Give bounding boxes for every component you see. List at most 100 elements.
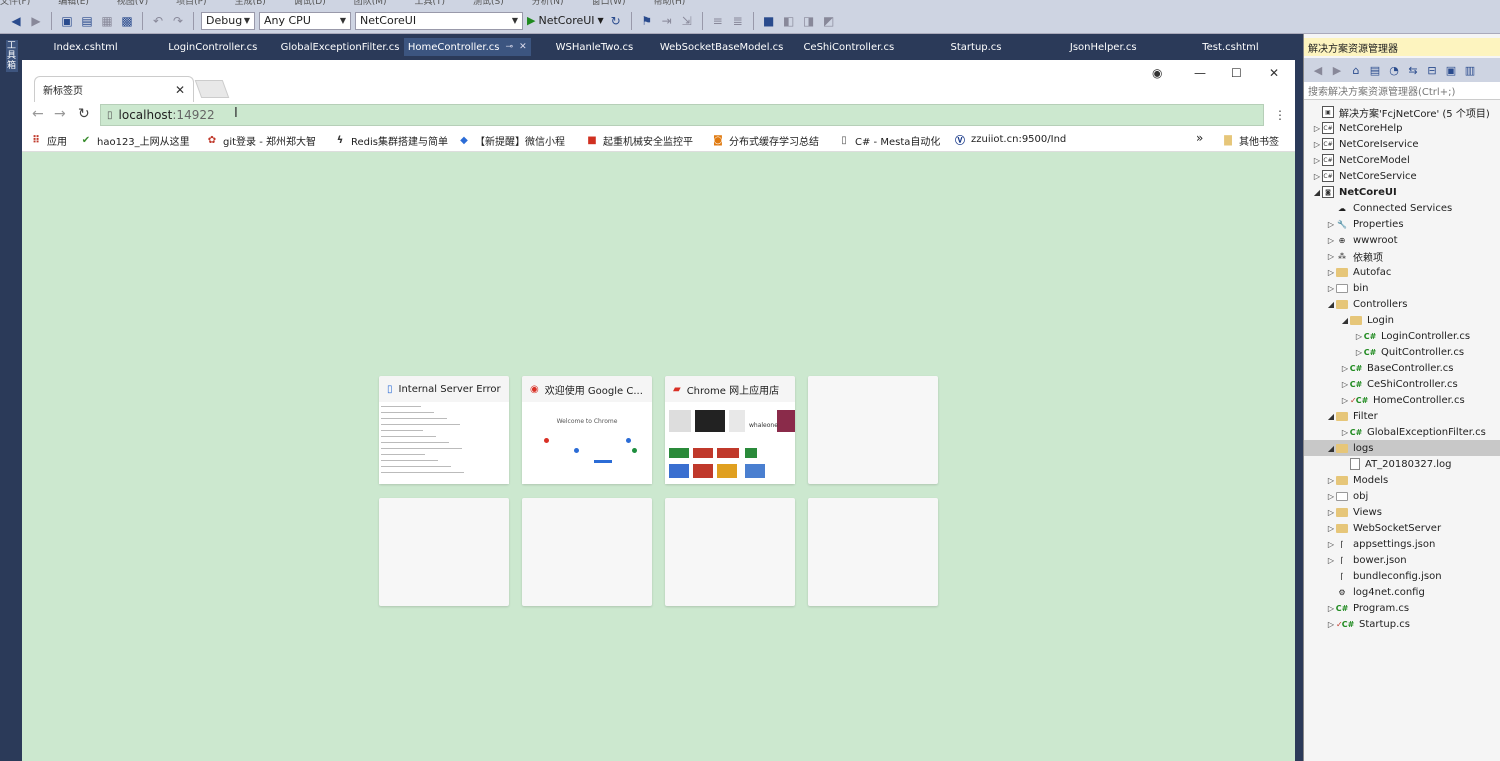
uncomment-icon[interactable]: ≣ <box>730 13 746 29</box>
new-tab-button[interactable] <box>194 80 230 98</box>
bookmarks-overflow-button[interactable]: » <box>1196 131 1203 145</box>
back-icon[interactable]: ◀ <box>8 13 24 29</box>
document-tab[interactable]: Index.cshtml <box>22 38 149 56</box>
pending-changes-icon[interactable]: ◔ <box>1386 62 1402 78</box>
menu-item[interactable]: 分析(N) <box>532 0 564 7</box>
tree-item[interactable]: ▷ ✓ C# Startup.cs <box>1304 616 1500 632</box>
expand-icon[interactable]: ▷ <box>1312 140 1322 149</box>
tree-item[interactable]: ▷ C# NetCoreHelp <box>1304 120 1500 136</box>
tree-item[interactable]: ▷ ⁂ 依赖项 <box>1304 248 1500 264</box>
menu-item[interactable]: 编辑(E) <box>58 0 89 7</box>
browser-tab[interactable]: 新标签页 ✕ <box>34 76 194 102</box>
step-over-icon[interactable]: ⇲ <box>679 13 695 29</box>
bookmark-item[interactable]: ✔ hao123_上网从这里 <box>80 133 190 148</box>
tree-item[interactable]: ◢ ◙ NetCoreUI <box>1304 184 1500 200</box>
expand-icon[interactable]: ▷ <box>1340 364 1350 373</box>
menu-icon[interactable]: ⋮ <box>1274 108 1286 122</box>
bookmark-item[interactable]: ■ 起重机械安全监控平 <box>586 133 693 148</box>
document-tab[interactable]: WebSocketBaseModel.cs <box>658 38 785 56</box>
tree-item[interactable]: ▷ ✓ C# HomeController.cs <box>1304 392 1500 408</box>
expand-icon[interactable]: ▷ <box>1326 620 1336 629</box>
tree-item[interactable]: ▷ 🔧 Properties <box>1304 216 1500 232</box>
sync-icon[interactable]: ⇆ <box>1405 62 1421 78</box>
platform-select[interactable]: Any CPU ▼ <box>259 11 351 30</box>
document-tab[interactable]: Test.cshtml <box>1167 38 1294 56</box>
browser-link-icon[interactable]: ⚑ <box>639 13 655 29</box>
collapse-icon[interactable]: ◢ <box>1326 300 1336 309</box>
profile-icon[interactable]: ◉ <box>1152 66 1162 80</box>
expand-icon[interactable]: ▷ <box>1312 172 1322 181</box>
tree-item[interactable]: ▷ ⌈ bower.json <box>1304 552 1500 568</box>
solution-search-input[interactable]: 搜索解决方案资源管理器(Ctrl+;) <box>1304 82 1500 100</box>
collapse-icon[interactable]: ◢ <box>1312 188 1322 197</box>
tree-item[interactable]: ▷ ⊕ wwwroot <box>1304 232 1500 248</box>
menu-item[interactable]: 帮助(H) <box>653 0 685 7</box>
bookmark-item[interactable]: ✿ git登录 - 郑州郑大智 <box>206 133 316 148</box>
document-tab[interactable]: WSHanleTwo.cs <box>531 38 658 56</box>
tree-item[interactable]: ▷ C# QuitController.cs <box>1304 344 1500 360</box>
document-tab[interactable]: JsonHelper.cs <box>1040 38 1167 56</box>
most-visited-tile[interactable]: ◉ 欢迎使用 Google C... Welcome to Chrome <box>522 376 652 484</box>
tree-item[interactable]: ▷ Models <box>1304 472 1500 488</box>
expand-icon[interactable]: ▷ <box>1326 492 1336 501</box>
reload-icon[interactable]: ↻ <box>78 106 90 122</box>
tree-item[interactable]: ▷ bin <box>1304 280 1500 296</box>
collapse-icon[interactable]: ◢ <box>1326 444 1336 453</box>
tree-item[interactable]: ▷ C# CeShiController.cs <box>1304 376 1500 392</box>
menu-item[interactable]: 窗口(W) <box>592 0 626 7</box>
address-bar[interactable]: ▯ localhost :14922 <box>100 104 1264 126</box>
tree-item[interactable]: ▷ C# BaseController.cs <box>1304 360 1500 376</box>
redo-icon[interactable]: ↷ <box>170 13 186 29</box>
close-window-icon[interactable]: ✕ <box>1269 66 1279 80</box>
expand-icon[interactable]: ▷ <box>1326 284 1336 293</box>
tree-item[interactable]: ▷ C# NetCoreIservice <box>1304 136 1500 152</box>
run-button[interactable]: ▶ NetCoreUI ▼ <box>527 14 604 27</box>
pin-icon[interactable]: ⊸ <box>506 42 514 52</box>
back-icon[interactable]: ◀ <box>1310 62 1326 78</box>
bookmark-item[interactable]: ◙ 分布式缓存学习总结 <box>712 133 819 148</box>
tree-item[interactable]: ▷ Views <box>1304 504 1500 520</box>
menu-item[interactable]: 视图(V) <box>117 0 148 7</box>
most-visited-tile[interactable] <box>808 498 938 606</box>
switch-views-icon[interactable]: ▤ <box>1367 62 1383 78</box>
most-visited-tile[interactable]: ▰ Chrome 网上应用店 whaleone <box>665 376 795 484</box>
most-visited-tile[interactable]: ▯ Internal Server Error <box>379 376 509 484</box>
document-tab[interactable]: Startup.cs <box>912 38 1039 56</box>
expand-icon[interactable]: ▷ <box>1326 236 1336 245</box>
forward-icon[interactable]: ▶ <box>1329 62 1345 78</box>
most-visited-tile[interactable] <box>522 498 652 606</box>
tree-item[interactable]: ▷ Autofac <box>1304 264 1500 280</box>
forward-icon[interactable]: ▶ <box>28 13 44 29</box>
expand-icon[interactable]: ▷ <box>1326 508 1336 517</box>
expand-icon[interactable]: ▷ <box>1326 556 1336 565</box>
expand-icon[interactable]: ▷ <box>1326 252 1336 261</box>
save-icon[interactable]: ▦ <box>99 13 115 29</box>
tree-item[interactable]: ◢ logs <box>1304 440 1500 456</box>
expand-icon[interactable]: ▷ <box>1340 396 1350 405</box>
tree-item[interactable]: ▷ ⌈ appsettings.json <box>1304 536 1500 552</box>
tree-item[interactable]: ▷ C# LoginController.cs <box>1304 328 1500 344</box>
show-all-files-icon[interactable]: ▣ <box>1443 62 1459 78</box>
back-icon[interactable]: ← <box>32 106 44 122</box>
next-bookmark-icon[interactable]: ◨ <box>801 13 817 29</box>
tree-item[interactable]: ▷ obj <box>1304 488 1500 504</box>
tree-item[interactable]: ▣ 解决方案'FcjNetCore' (5 个项目) <box>1304 104 1500 120</box>
tree-item[interactable]: ▷ C# NetCoreService <box>1304 168 1500 184</box>
menu-item[interactable]: 调试(D) <box>294 0 326 7</box>
new-project-icon[interactable]: ▣ <box>59 13 75 29</box>
expand-icon[interactable]: ▷ <box>1340 380 1350 389</box>
clear-bookmarks-icon[interactable]: ◩ <box>821 13 837 29</box>
tree-item[interactable]: ☁ Connected Services <box>1304 200 1500 216</box>
document-tab[interactable]: GlobalExceptionFilter.cs <box>276 38 403 56</box>
tree-item[interactable]: ◢ Controllers <box>1304 296 1500 312</box>
open-folder-icon[interactable]: ▤ <box>79 13 95 29</box>
menu-item[interactable]: 工具(T) <box>415 0 446 7</box>
menu-item[interactable]: 文件(F) <box>0 0 30 7</box>
tree-item[interactable]: ⌈ bundleconfig.json <box>1304 568 1500 584</box>
save-all-icon[interactable]: ▩ <box>119 13 135 29</box>
expand-icon[interactable]: ▷ <box>1326 268 1336 277</box>
bookmark-item[interactable]: ϟ Redis集群搭建与简单 <box>334 133 448 148</box>
document-tab[interactable]: CeShiController.cs <box>785 38 912 56</box>
expand-icon[interactable]: ▷ <box>1354 332 1364 341</box>
prev-bookmark-icon[interactable]: ◧ <box>781 13 797 29</box>
